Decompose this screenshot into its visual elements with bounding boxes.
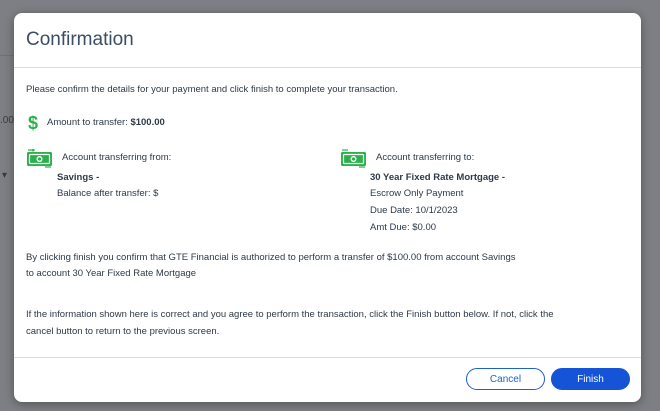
from-account-name: Savings - <box>57 172 100 183</box>
authorization-line-2: to account 30 Year Fixed Rate Mortgage <box>26 268 197 279</box>
cancel-button[interactable]: Cancel <box>466 368 545 390</box>
instructions-line-2: cancel button to return to the previous … <box>26 326 220 337</box>
background-strip <box>0 55 14 56</box>
background-fragment-amount: .00 <box>0 115 14 126</box>
to-detail-escrow: Escrow Only Payment <box>370 188 464 199</box>
money-transfer-icon <box>27 149 52 168</box>
dialog-header: Confirmation <box>14 13 641 68</box>
dollar-icon: $ <box>28 113 39 133</box>
from-balance: Balance after transfer: $ <box>57 188 159 199</box>
to-detail-amount-due: Amt Due: $0.00 <box>370 222 437 233</box>
dialog-footer: Cancel Finish <box>14 357 641 402</box>
to-heading: Account transferring to: <box>376 152 475 163</box>
intro-text: Please confirm the details for your paym… <box>26 84 398 95</box>
from-heading: Account transferring from: <box>62 152 172 163</box>
amount-to-transfer: Amount to transfer: $100.00 <box>47 116 165 129</box>
to-detail-due-date: Due Date: 10/1/2023 <box>370 205 458 216</box>
instructions-line-1: If the information shown here is correct… <box>26 309 554 320</box>
authorization-line-1: By clicking finish you confirm that GTE … <box>26 252 516 263</box>
to-account-name: 30 Year Fixed Rate Mortgage - <box>370 172 505 183</box>
dialog-body: Please confirm the details for your paym… <box>14 68 641 358</box>
amount-label: Amount to transfer: <box>47 117 128 128</box>
background-fragment-dropdown: ▾ <box>2 170 8 181</box>
finish-button[interactable]: Finish <box>551 368 630 390</box>
dialog-title: Confirmation <box>26 29 134 50</box>
amount-value: $100.00 <box>130 117 165 128</box>
confirmation-dialog: Confirmation Please confirm the details … <box>14 13 641 402</box>
money-transfer-icon <box>341 149 366 168</box>
